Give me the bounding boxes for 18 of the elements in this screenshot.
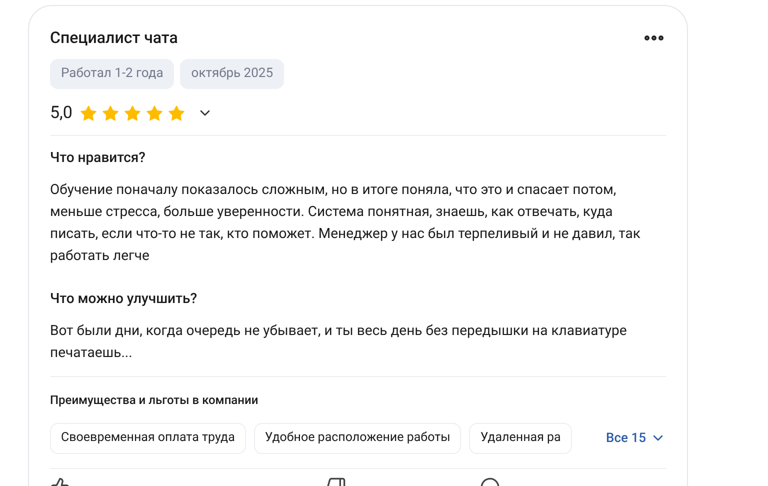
star-icon (123, 104, 142, 123)
star-icon (79, 104, 98, 123)
review-title: Специалист чата (50, 27, 178, 49)
review-text: Вот были дни, когда очередь не убывает, и ты весь день без передышки на клавиатуре печатаешь... (50, 322, 628, 363)
section-heading: Что нравится? (50, 149, 146, 168)
benefits-heading: Преимущества и льготы в компании (50, 392, 260, 409)
tag: Работал 1-2 года (50, 59, 174, 88)
rating-value: 5,0 (50, 102, 72, 124)
star-icon (145, 104, 164, 123)
benefit-chip: Удаленная ра (469, 423, 572, 454)
tag: октябрь 2025 (180, 59, 284, 88)
section-heading: Что можно улучшить? (50, 290, 198, 309)
show-all-button[interactable]: Все 15 (606, 428, 666, 448)
benefit-chip: Своевременная оплата труда (50, 423, 246, 454)
star-icon (167, 104, 186, 123)
review-text: Обучение поначалу показалось сложным, но в итоге поняла, что это и спасает потом, меньше стресса, больше уверенности. Система понятная, знаешь, как отвечать, куда писать, если что-то не так, кто поможет. Менеджер у нас был терпеливый и не давил, так работать легче (50, 181, 642, 266)
benefit-chip: Удобное расположение работы (254, 423, 462, 454)
star-icon (101, 104, 120, 123)
